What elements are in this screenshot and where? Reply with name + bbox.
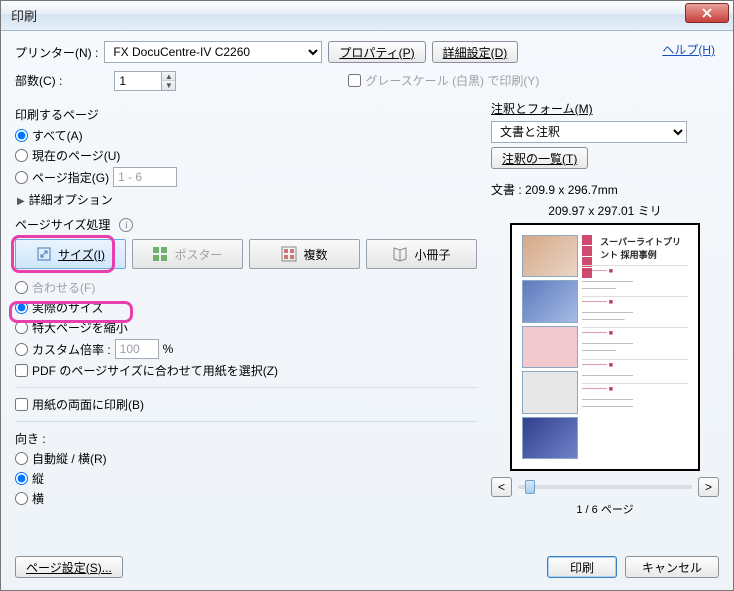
fit-radio[interactable] bbox=[15, 281, 28, 294]
orient-landscape-radio[interactable] bbox=[15, 492, 28, 505]
preview-next-button[interactable]: > bbox=[698, 477, 719, 497]
range-current-radio[interactable] bbox=[15, 149, 28, 162]
orientation-title: 向き : bbox=[15, 430, 477, 447]
preview-prev-button[interactable]: < bbox=[491, 477, 512, 497]
orient-auto-radio[interactable] bbox=[15, 452, 28, 465]
document-dimensions: 文書 : 209.9 x 296.7mm bbox=[491, 181, 719, 198]
preview-thumb bbox=[522, 280, 578, 322]
chevron-right-icon: ▶ bbox=[17, 196, 25, 207]
print-dialog-window: 印刷 ヘルプ(H) プリンター(N) : FX DocuCentre-IV C2… bbox=[0, 0, 734, 591]
size-mode-button[interactable]: サイズ(I) bbox=[15, 239, 126, 269]
copies-input[interactable] bbox=[115, 72, 161, 90]
info-icon[interactable]: i bbox=[119, 218, 133, 232]
range-current-row[interactable]: 現在のページ(U) bbox=[15, 147, 477, 164]
window-title: 印刷 bbox=[11, 6, 37, 25]
grayscale-checkbox[interactable] bbox=[348, 74, 361, 87]
custom-scale-input[interactable] bbox=[115, 339, 159, 359]
orient-auto-row[interactable]: 自動縦 / 横(R) bbox=[15, 450, 477, 467]
help-link[interactable]: ヘルプ(H) bbox=[662, 41, 715, 58]
cancel-button[interactable]: キャンセル bbox=[625, 556, 719, 578]
size-icon bbox=[36, 246, 52, 262]
paper-dimensions: 209.97 x 297.01 ミリ bbox=[491, 202, 719, 219]
print-preview: スーパーライトプリント 採用事例 ───── ■ ───────────────… bbox=[510, 223, 700, 471]
custom-scale-radio-row[interactable]: カスタム倍率 : % bbox=[15, 339, 477, 359]
grayscale-check-row: グレースケール (白黒) で印刷(Y) bbox=[348, 72, 539, 89]
preview-thumb bbox=[522, 417, 578, 459]
preview-slider[interactable] bbox=[518, 485, 692, 489]
custom-scale-radio[interactable] bbox=[15, 343, 28, 356]
titlebar: 印刷 bbox=[1, 1, 733, 31]
advanced-settings-button[interactable]: 詳細設定(D) bbox=[432, 41, 519, 63]
print-button[interactable]: 印刷 bbox=[547, 556, 617, 578]
preview-thumb bbox=[522, 326, 578, 368]
range-pages-radio[interactable] bbox=[15, 171, 28, 184]
preview-page-info: 1 / 6 ページ bbox=[491, 501, 719, 517]
booklet-icon bbox=[392, 246, 408, 262]
range-pages-input[interactable] bbox=[113, 167, 177, 187]
duplex-checkbox[interactable] bbox=[15, 398, 28, 411]
close-button[interactable] bbox=[685, 3, 729, 23]
orient-portrait-radio[interactable] bbox=[15, 472, 28, 485]
page-range-title: 印刷するページ bbox=[15, 106, 477, 123]
preview-logo-icon bbox=[582, 235, 596, 257]
actual-size-radio[interactable] bbox=[15, 301, 28, 314]
fit-radio-row[interactable]: 合わせる(F) bbox=[15, 279, 477, 296]
more-options-expander[interactable]: ▶詳細オプション bbox=[17, 191, 477, 208]
printer-label: プリンター(N) : bbox=[15, 44, 98, 61]
multiple-mode-button[interactable]: 複数 bbox=[249, 239, 360, 269]
page-setup-button[interactable]: ページ設定(S)... bbox=[15, 556, 123, 578]
properties-button[interactable]: プロパティ(P) bbox=[328, 41, 425, 63]
booklet-mode-button[interactable]: 小冊子 bbox=[366, 239, 477, 269]
preview-doc-title: スーパーライトプリント 採用事例 bbox=[600, 235, 688, 261]
shrink-radio[interactable] bbox=[15, 321, 28, 334]
annotations-select[interactable]: 文書と注釈 bbox=[491, 121, 687, 143]
slider-thumb[interactable] bbox=[525, 480, 535, 494]
copies-spinner[interactable]: ▲ ▼ bbox=[114, 71, 176, 91]
range-all-radio[interactable] bbox=[15, 129, 28, 142]
copies-down[interactable]: ▼ bbox=[161, 81, 175, 90]
shrink-radio-row[interactable]: 特大ページを縮小 bbox=[15, 319, 477, 336]
annotations-title: 注釈とフォーム(M) bbox=[491, 100, 719, 117]
range-pages-row[interactable]: ページ指定(G) bbox=[15, 167, 477, 187]
left-panel: 印刷するページ すべて(A) 現在のページ(U) ページ指定(G) ▶詳細オプシ… bbox=[15, 100, 477, 517]
copies-label: 部数(C) : bbox=[15, 72, 62, 89]
poster-mode-button[interactable]: ポスター bbox=[132, 239, 243, 269]
printer-select[interactable]: FX DocuCentre-IV C2260 bbox=[104, 41, 322, 63]
close-icon bbox=[702, 8, 712, 18]
choose-paper-checkbox[interactable] bbox=[15, 364, 28, 377]
duplex-check-row[interactable]: 用紙の両面に印刷(B) bbox=[15, 396, 477, 413]
orient-landscape-row[interactable]: 横 bbox=[15, 490, 477, 507]
range-all-row[interactable]: すべて(A) bbox=[15, 127, 477, 144]
copies-up[interactable]: ▲ bbox=[161, 72, 175, 81]
choose-paper-check-row[interactable]: PDF のページサイズに合わせて用紙を選択(Z) bbox=[15, 362, 477, 379]
preview-thumb bbox=[522, 371, 578, 413]
grayscale-label: グレースケール (白黒) で印刷(Y) bbox=[365, 72, 539, 89]
orient-portrait-row[interactable]: 縦 bbox=[15, 470, 477, 487]
actual-size-radio-row[interactable]: 実際のサイズ bbox=[15, 299, 477, 316]
size-handling-title: ページサイズ処理 bbox=[15, 216, 110, 233]
annotations-summary-button[interactable]: 注釈の一覧(T) bbox=[491, 147, 588, 169]
right-panel: 注釈とフォーム(M) 文書と注釈 注釈の一覧(T) 文書 : 209.9 x 2… bbox=[491, 100, 719, 517]
preview-thumb bbox=[522, 235, 578, 277]
poster-icon bbox=[152, 246, 168, 262]
multiple-icon bbox=[281, 246, 297, 262]
